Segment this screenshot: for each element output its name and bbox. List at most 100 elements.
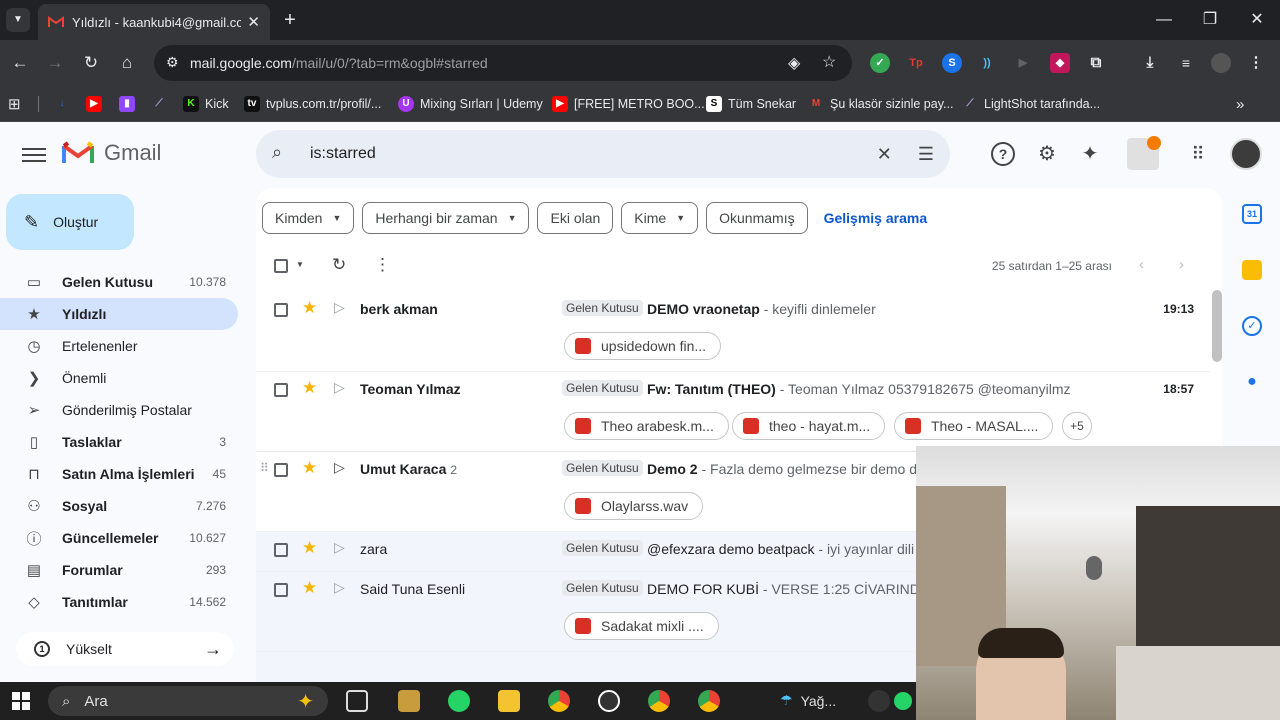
attachment-chip[interactable]: theo - hayat.m... <box>732 412 886 440</box>
star-icon[interactable]: ★ <box>302 378 317 398</box>
bookmark-item[interactable]: tv tvplus.com.tr/profil/... <box>244 94 381 114</box>
sidebar-item-snoozed[interactable]: ◷ Ertelenenler <box>0 330 238 362</box>
search-bar[interactable]: ⌕ is:starred ✕ ☰ <box>256 130 950 178</box>
tp-extension-icon[interactable]: Tp <box>906 53 926 73</box>
home-icon[interactable]: ⌂ <box>115 51 139 75</box>
star-icon[interactable]: ★ <box>302 578 317 598</box>
extensions-puzzle-icon[interactable]: ⧉ <box>1086 53 1106 73</box>
more-bookmarks-icon[interactable]: » <box>1236 94 1244 114</box>
purple-extension-icon[interactable]: ◆ <box>1050 53 1070 73</box>
browser-tab[interactable]: Yıldızlı - kaankubi4@gmail.com ✕ <box>38 4 270 40</box>
site-settings-icon[interactable]: ⚙ <box>166 54 179 71</box>
account-avatar[interactable] <box>1230 138 1262 170</box>
compose-button[interactable]: ✎ Oluştur <box>6 194 134 250</box>
taskbar-search[interactable]: ⌕ Ara ✦ <box>48 686 328 716</box>
sidebar-item-starred[interactable]: ★ Yıldızlı <box>0 298 238 330</box>
prev-page-icon[interactable]: ‹ <box>1139 256 1144 273</box>
downloads-icon[interactable]: ⤓ <box>1140 53 1160 73</box>
importance-marker-icon[interactable]: ▷ <box>334 459 345 476</box>
restore-icon[interactable]: ❐ <box>1198 8 1222 32</box>
tab-list-button[interactable]: ▼ <box>6 8 30 32</box>
weather-widget[interactable]: ☂ Yağ... <box>780 692 836 709</box>
contacts-icon[interactable]: ● <box>1242 372 1262 392</box>
gemini-spark-icon[interactable]: ✦ <box>1078 142 1102 166</box>
back-icon[interactable]: ← <box>8 51 32 75</box>
sidebar-item-updates[interactable]: ⓘ Güncellemeler 10.627 <box>0 522 238 554</box>
whatsapp-icon[interactable] <box>448 690 470 712</box>
sidebar-item-purchases[interactable]: ⊓ Satın Alma İşlemleri 45 <box>0 458 238 490</box>
attachment-chip[interactable]: Sadakat mixli .... <box>564 612 719 640</box>
tasks-icon[interactable]: ✓ <box>1242 316 1262 336</box>
adblock-extension-icon[interactable]: ✓ <box>870 53 890 73</box>
help-icon[interactable]: ? <box>991 142 1015 166</box>
tray-obs-icon[interactable] <box>868 690 890 712</box>
bookmark-item[interactable]: ▶ <box>86 94 108 114</box>
media-control-icon[interactable]: ≡ <box>1176 53 1196 73</box>
select-dropdown-icon[interactable]: ▼ <box>296 260 304 269</box>
sidebar-item-sent[interactable]: ➢ Gönderilmiş Postalar <box>0 394 238 426</box>
row-checkbox[interactable] <box>274 583 288 597</box>
bookmark-star-icon[interactable]: ☆ <box>822 52 836 72</box>
sidebar-item-important[interactable]: ❯ Önemli <box>0 362 238 394</box>
email-row[interactable]: ★ ▷ berk akman Gelen Kutusu DEMO vraonet… <box>256 292 1210 372</box>
importance-marker-icon[interactable]: ▷ <box>334 579 345 596</box>
close-tab-icon[interactable]: ✕ <box>247 13 260 31</box>
settings-gear-icon[interactable]: ⚙ <box>1035 142 1059 166</box>
importance-marker-icon[interactable]: ▷ <box>334 539 345 556</box>
tray-whatsapp-icon[interactable] <box>894 692 912 710</box>
bookmark-item[interactable]: ▮ <box>119 94 141 114</box>
filter-from-chip[interactable]: Kimden ▼ <box>262 202 355 234</box>
profile-avatar-icon[interactable] <box>1211 53 1231 73</box>
attachment-chip[interactable]: Theo arabesk.m... <box>564 412 729 440</box>
bookmark-item[interactable]: ⟋ <box>151 94 173 114</box>
filter-attachment-chip[interactable]: Eki olan <box>537 202 614 234</box>
new-tab-button[interactable]: + <box>278 8 302 32</box>
advanced-search-link[interactable]: Gelişmiş arama <box>824 202 928 234</box>
address-bar[interactable]: ⚙ mail.google.com /mail/u/0/?tab=rm&ogbl… <box>154 45 852 81</box>
star-icon[interactable]: ★ <box>302 538 317 558</box>
bookmark-item[interactable]: U Mixing Sırları | Udemy <box>398 94 543 114</box>
search-input[interactable]: is:starred <box>310 145 877 163</box>
obs-icon[interactable] <box>598 690 620 712</box>
forward-icon[interactable]: → <box>43 51 67 75</box>
keep-icon[interactable] <box>1242 260 1262 280</box>
search-icon[interactable]: ⌕ <box>272 142 282 163</box>
minimize-icon[interactable]: — <box>1152 8 1176 32</box>
install-app-icon[interactable]: ◈ <box>788 53 800 73</box>
drag-handle-icon[interactable]: ⠿ <box>260 461 269 475</box>
play-extension-icon[interactable]: ▶ <box>1013 53 1033 73</box>
importance-marker-icon[interactable]: ▷ <box>334 299 345 316</box>
window-close-icon[interactable]: ✕ <box>1245 8 1269 32</box>
filter-to-chip[interactable]: Kime ▼ <box>621 202 699 234</box>
calendar-icon[interactable]: 31 <box>1242 204 1262 224</box>
audio-extension-icon[interactable]: )) <box>977 53 997 73</box>
bookmark-item[interactable]: ⟋ LightShot tarafında... <box>962 94 1101 114</box>
attachment-chip[interactable]: Theo - MASAL.... <box>894 412 1054 440</box>
upgrade-button[interactable]: 1 Yükselt → <box>16 632 234 666</box>
row-checkbox[interactable] <box>274 303 288 317</box>
clear-search-icon[interactable]: ✕ <box>877 144 892 165</box>
shazam-extension-icon[interactable]: S <box>942 53 962 73</box>
star-icon[interactable]: ★ <box>302 458 317 478</box>
chrome-active-icon[interactable] <box>648 690 670 712</box>
windows-start-icon[interactable] <box>12 692 30 710</box>
sidebar-item-forums[interactable]: ▤ Forumlar 293 <box>0 554 238 586</box>
email-row[interactable]: ★ ▷ Teoman Yılmaz Gelen Kutusu Fw: Tanıt… <box>256 372 1210 452</box>
search-options-icon[interactable]: ☰ <box>918 144 934 165</box>
gmail-logo[interactable]: Gmail <box>62 140 161 166</box>
row-checkbox[interactable] <box>274 543 288 557</box>
refresh-icon[interactable]: ↻ <box>332 255 346 275</box>
bookmark-item[interactable]: ▶ [FREE] METRO BOO... <box>552 94 705 114</box>
chrome-icon[interactable] <box>698 690 720 712</box>
bookmark-item[interactable]: S Tüm Snekar <box>706 94 796 114</box>
attachment-chip[interactable]: Olaylarss.wav <box>564 492 704 520</box>
extension-badge-icon[interactable] <box>1127 136 1161 170</box>
row-checkbox[interactable] <box>274 383 288 397</box>
chrome-icon[interactable] <box>548 690 570 712</box>
sidebar-item-inbox[interactable]: ▭ Gelen Kutusu 10.378 <box>0 266 238 298</box>
next-page-icon[interactable]: › <box>1179 256 1184 273</box>
bookmark-item[interactable]: K Kick <box>183 94 229 114</box>
sidebar-item-promotions[interactable]: ◇ Tanıtımlar 14.562 <box>0 586 238 618</box>
filter-date-chip[interactable]: Herhangi bir zaman ▼ <box>362 202 530 234</box>
importance-marker-icon[interactable]: ▷ <box>334 379 345 396</box>
